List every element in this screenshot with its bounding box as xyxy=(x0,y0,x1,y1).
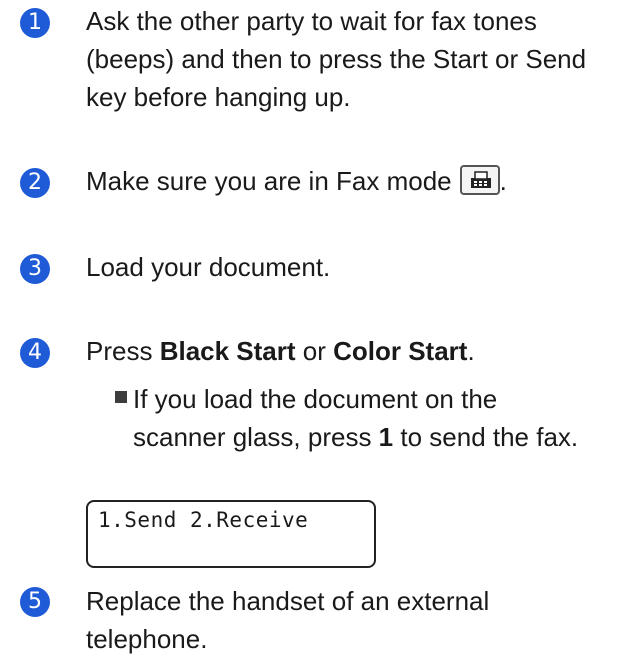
black-start-key: Black Start xyxy=(159,336,296,366)
step-2-badge: 2 xyxy=(20,168,50,198)
step-1-badge: 1 xyxy=(20,8,50,38)
step-3-badge: 3 xyxy=(20,254,50,284)
step-5-text: Replace the handset of an external telep… xyxy=(86,586,490,654)
sub-bullet-suffix: to send the fax. xyxy=(393,422,579,452)
step-2-text-after: . xyxy=(499,166,507,196)
step-2-text-before: Make sure you are in Fax mode xyxy=(86,166,452,196)
fax-mode-icon xyxy=(470,171,491,189)
key-1: 1 xyxy=(378,422,394,452)
step-1-text: Ask the other party to wait for fax tone… xyxy=(86,6,587,112)
step-4-mid: or xyxy=(295,336,334,366)
step-4-text: Press Black Start or Color Start. xyxy=(86,332,606,370)
sub-bullet-text: If you load the document on the scanner … xyxy=(133,380,593,456)
fax-mode-key xyxy=(459,165,500,196)
color-start-key: Color Start xyxy=(333,336,468,366)
step-2-text: Make sure you are in Fax mode . xyxy=(86,162,606,200)
step-5-badge: 5 xyxy=(20,587,50,617)
sub-bullet-marker xyxy=(115,391,127,403)
lcd-display: 1.Send 2.Receive xyxy=(86,500,376,568)
step-4-prefix: Press xyxy=(86,336,160,366)
step-4-suffix: . xyxy=(467,336,475,366)
step-3-text: Load your document. xyxy=(86,252,331,282)
step-4-badge: 4 xyxy=(20,338,50,368)
